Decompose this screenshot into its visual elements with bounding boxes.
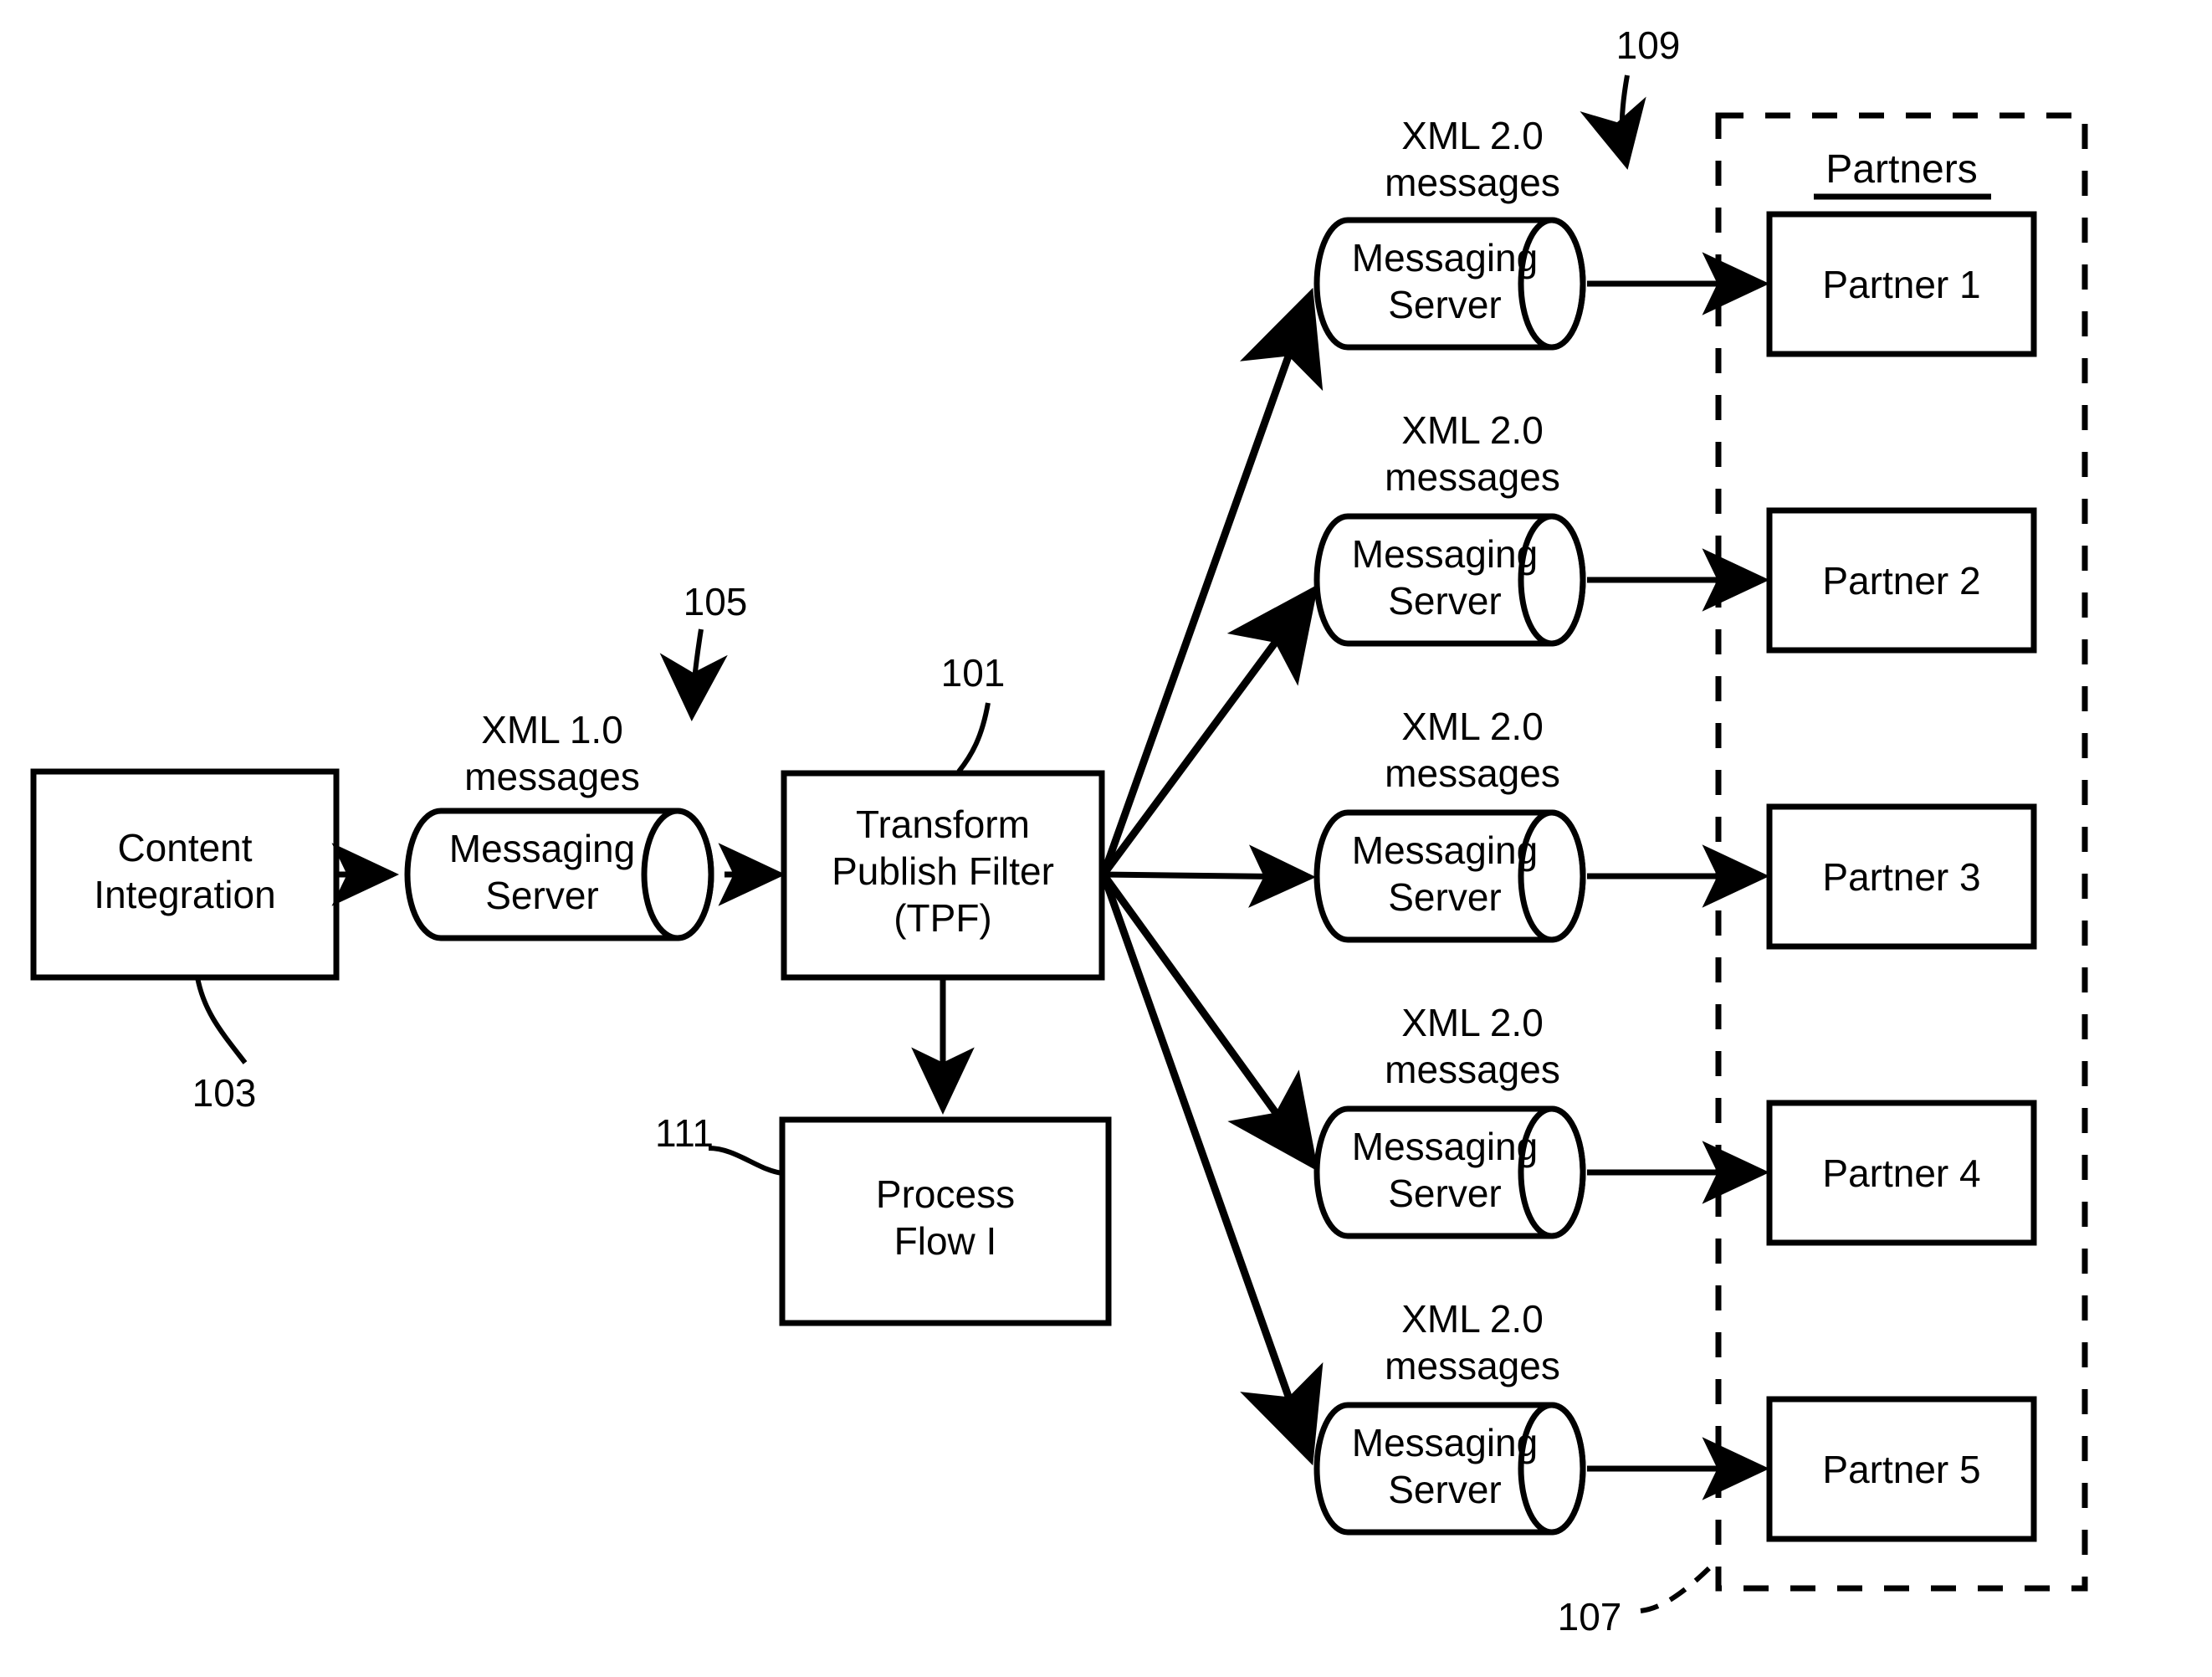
process-flow-node[interactable]: Process Flow I [779,1116,1112,1326]
branch-3-message-label-line2: messages [1385,751,1560,795]
ref-101-leader-line [956,702,991,773]
ref-109-label: 109 [1616,23,1681,67]
fanout-arrow-branch-2 [1100,584,1318,877]
content-integration-label-line2: Integration [94,873,275,916]
process-flow-label-line1: Process [876,1172,1015,1216]
inbound-message-label-line1: XML 1.0 [481,708,623,751]
partners-group-boundary [1715,112,2088,1592]
branch-3-server-label-line2: Server [1388,875,1501,919]
partner-2-node[interactable]: Partner 2 [1766,507,2037,654]
ref-101-leader-group: 101 [941,651,1006,773]
ref-103-leader-line [195,977,248,1064]
inbound-messaging-server-cylinder-cap [641,808,714,941]
ref-101-label: 101 [941,651,1006,695]
partner-4-label: Partner 4 [1822,1151,1980,1195]
partner-5-label: Partner 5 [1822,1448,1980,1491]
ref-107-leader-group: 107 [1558,1564,1713,1639]
branch-1-server-label-line1: Messaging [1352,236,1538,280]
ref-111-leader-line [708,1146,783,1176]
ref-103-leader-group: 103 [192,977,257,1115]
ref-111-leader-group: 111 [655,1111,783,1176]
fanout-arrow-branch-1 [1099,287,1324,876]
partner-1-label: Partner 1 [1822,263,1980,306]
tpf-label-line3: (TPF) [894,896,992,940]
partners-title-group: Partners [1814,147,1991,200]
ref-109-leader-group: 109 [1580,23,1681,170]
partner-4-node[interactable]: Partner 4 [1766,1100,2037,1246]
ref-111-label: 111 [655,1111,714,1155]
ref-105-label: 105 [684,580,748,623]
inbound-messaging-server-node[interactable]: Messaging Server [404,808,714,941]
partners-dashed-border [1715,112,2088,1592]
outbound-branch-4: XML 2.0 messages Messaging Server Partne… [1313,1001,2037,1246]
branch-2-message-label-line2: messages [1385,455,1560,499]
ref-107-label: 107 [1558,1595,1622,1639]
inbound-message-label-line2: messages [464,755,640,798]
content-integration-node[interactable]: Content Integration [30,768,340,981]
branch-1-server-label-line2: Server [1388,283,1501,326]
branch-5-message-label-line1: XML 2.0 [1401,1297,1544,1341]
branch-5-server-label-line1: Messaging [1352,1421,1538,1464]
fanout-arrow-branch-5 [1099,873,1324,1466]
branch-2-server-label-line2: Server [1388,579,1501,623]
partner-3-node[interactable]: Partner 3 [1766,803,2037,950]
tpf-fanout-arrows [1099,287,1324,1466]
fanout-arrow-branch-4 [1100,872,1318,1172]
patent-diagram-canvas: Partners Content Integration 103 Messagi… [30,23,2088,1639]
ref-105-leader-group: 105 [659,580,748,721]
branch-1-message-label-line2: messages [1385,161,1560,204]
ref-103-label: 103 [192,1071,257,1115]
partner-3-label: Partner 3 [1822,855,1980,899]
branch-4-server-label-line1: Messaging [1352,1125,1538,1168]
tpf-label-line2: Publish Filter [832,849,1054,893]
inbound-messaging-server-label-line1: Messaging [449,827,635,870]
branch-1-message-label-line1: XML 2.0 [1401,114,1544,157]
ref-109-leader-arrow [1580,74,1646,170]
content-integration-label-line1: Content [117,826,252,869]
branch-4-message-label-line2: messages [1385,1048,1560,1091]
outbound-branch-2: XML 2.0 messages Messaging Server Partne… [1313,408,2037,654]
inbound-messaging-server-label-line2: Server [485,874,598,917]
patent-figure-root: Partners Content Integration 103 Messagi… [0,0,2212,1677]
branch-2-messaging-server-node[interactable]: Messaging Server [1313,513,1586,647]
outbound-branch-3: XML 2.0 messages Messaging Server Partne… [1313,705,2037,950]
branch-4-server-label-line2: Server [1388,1172,1501,1215]
branch-5-server-label-line2: Server [1388,1468,1501,1511]
branch-3-message-label-line1: XML 2.0 [1401,705,1544,748]
branch-5-messaging-server-node[interactable]: Messaging Server [1313,1402,1586,1536]
outbound-branch-5: XML 2.0 messages Messaging Server Partne… [1313,1297,2037,1542]
ref-107-leader-line [1640,1564,1713,1613]
partner-5-node[interactable]: Partner 5 [1766,1396,2037,1542]
branch-2-server-label-line1: Messaging [1352,532,1538,576]
tpf-label-line1: Transform [856,803,1030,846]
partner-2-label: Partner 2 [1822,559,1980,603]
inbound-message-label-group: XML 1.0 messages [464,708,640,798]
branch-2-message-label-line1: XML 2.0 [1401,408,1544,452]
transform-publish-filter-node[interactable]: Transform Publish Filter (TPF) [781,770,1105,981]
branch-5-message-label-line2: messages [1385,1344,1560,1387]
branch-4-messaging-server-node[interactable]: Messaging Server [1313,1105,1586,1239]
partners-title: Partners [1825,147,1977,192]
ref-105-leader-arrow [659,628,728,721]
branch-3-server-label-line1: Messaging [1352,828,1538,872]
branch-4-message-label-line1: XML 2.0 [1401,1001,1544,1044]
partner-1-node[interactable]: Partner 1 [1766,211,2037,357]
process-flow-label-line2: Flow I [894,1219,997,1263]
branch-1-messaging-server-node[interactable]: Messaging Server [1313,217,1586,351]
branch-3-messaging-server-node[interactable]: Messaging Server [1313,809,1586,943]
fanout-arrow-branch-3 [1103,844,1316,908]
